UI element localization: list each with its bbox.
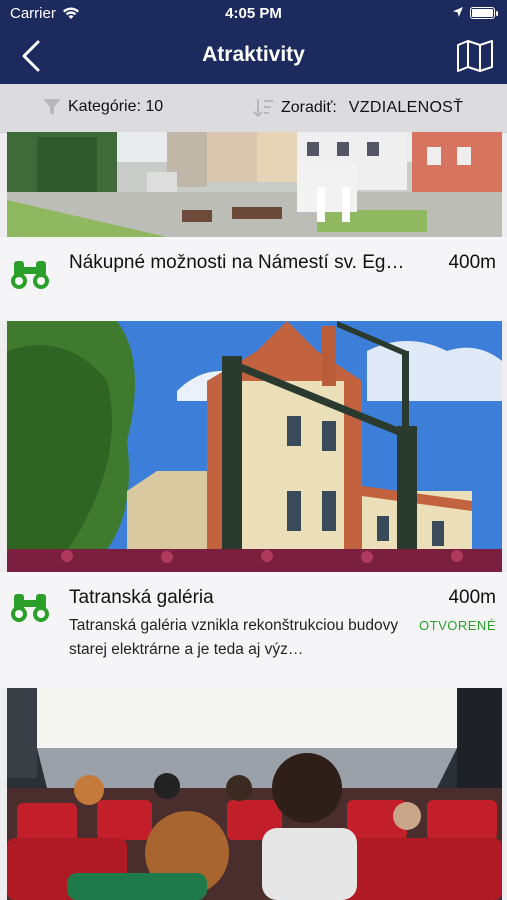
sort-icon xyxy=(253,99,273,118)
sort-label: Zoradiť: xyxy=(281,99,337,116)
category-filter-label: Kategórie: 10 xyxy=(68,98,164,115)
category-filter-button[interactable]: Kategórie: 10 xyxy=(42,98,163,116)
location-arrow-icon xyxy=(453,7,463,17)
battery-tip xyxy=(496,11,498,16)
list-item-title: Nákupné možnosti na Námestí sv. Egídia xyxy=(69,252,409,273)
page-title: Atraktivity xyxy=(202,43,305,66)
gallery-building-photo xyxy=(7,321,502,572)
list-item-body: Tatranská galéria 400m Tatranská galéria… xyxy=(0,572,507,688)
list-item-description: Tatranská galéria vznikla rekonštrukciou… xyxy=(69,617,399,658)
nav-bar: Atraktivity xyxy=(0,28,507,84)
battery-icon xyxy=(470,7,495,19)
cinema-photo xyxy=(7,688,502,900)
sort-button[interactable]: Zoradiť: VZDIALENOSŤ xyxy=(253,98,463,118)
square-photo xyxy=(7,132,502,237)
open-status-badge: OTVORENÉ xyxy=(419,618,496,633)
map-icon[interactable] xyxy=(456,39,494,73)
clock: 4:05 PM xyxy=(225,5,282,22)
filter-funnel-icon xyxy=(43,99,61,115)
status-bar: Carrier 4:05 PM xyxy=(0,0,507,28)
sort-value: VZDIALENOSŤ xyxy=(348,99,464,116)
filter-bar: Kategórie: 10 Zoradiť: VZDIALENOSŤ xyxy=(0,84,507,133)
binoculars-icon xyxy=(11,261,49,289)
list-item-distance: 400m xyxy=(448,587,496,608)
binoculars-icon xyxy=(11,594,49,622)
list-item-body: Nákupné možnosti na Námestí sv. Egídia 4… xyxy=(0,237,507,321)
list-item-title: Tatranská galéria xyxy=(69,587,214,608)
list-item-distance: 400m xyxy=(448,252,496,273)
